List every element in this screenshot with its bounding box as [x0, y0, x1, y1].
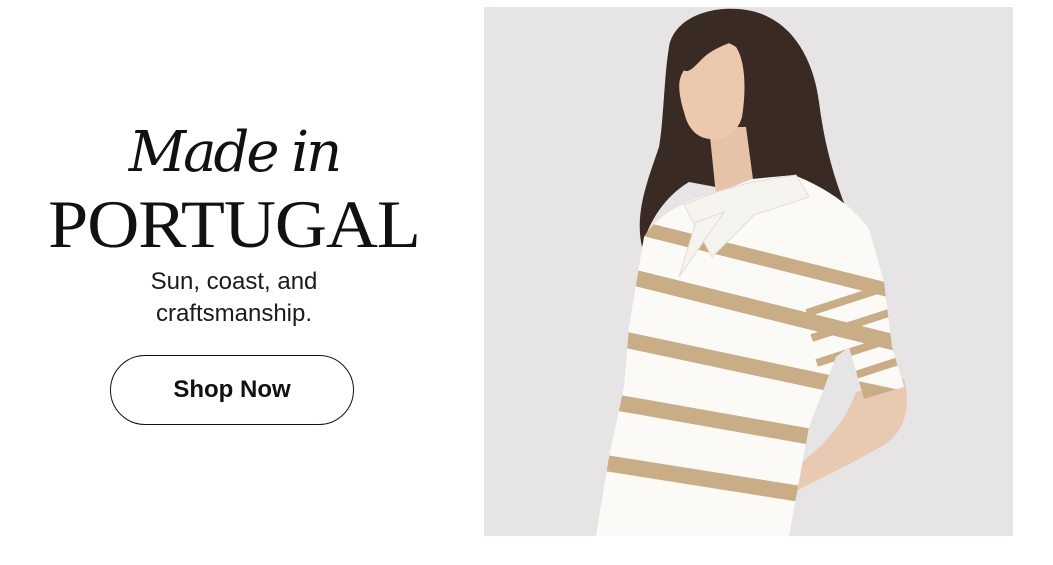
subtitle-line-2: craftsmanship. — [155, 300, 313, 327]
headline-made-in: Made in — [128, 120, 343, 185]
model-photo[interactable] — [484, 7, 1013, 536]
headline-portugal: PORTUGAL — [48, 186, 421, 262]
promo-subtitle: Sun, coast, and craftsmanship. — [0, 266, 468, 330]
shop-now-button[interactable]: Shop Now — [110, 355, 354, 425]
model-illustration — [484, 7, 1013, 536]
promo-text-block: Made in PORTUGAL Sun, coast, and craftsm… — [0, 0, 468, 565]
promo-banner: Made in PORTUGAL Sun, coast, and craftsm… — [0, 0, 1053, 565]
subtitle-line-1: Sun, coast, and — [150, 268, 318, 295]
